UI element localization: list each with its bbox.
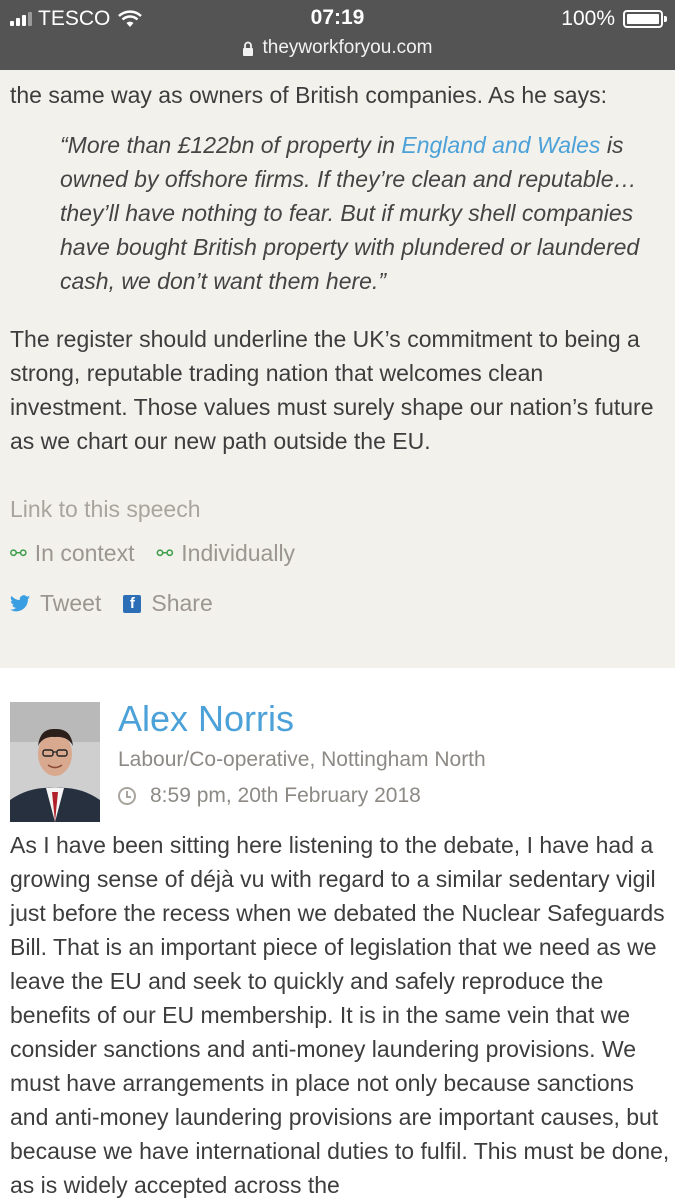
link-icon: ⚯ (10, 543, 27, 565)
url-text: theyworkforyou.com (262, 37, 433, 58)
share-label: Share (151, 590, 213, 616)
tweet-button[interactable]: Tweet (10, 590, 101, 617)
url-bar[interactable]: theyworkforyou.com (0, 37, 675, 59)
clock-icon (118, 787, 136, 805)
speech-body: As I have been sitting here listening to… (10, 832, 670, 1198)
speech-timestamp[interactable]: 8:59 pm, 20th February 2018 (118, 784, 421, 808)
speech-previous: the same way as owners of British compan… (0, 70, 675, 668)
twitter-icon (10, 595, 30, 612)
battery-area: 100% (561, 7, 667, 31)
mp-name-link[interactable]: Alex Norris (118, 698, 294, 740)
timestamp-text: 8:59 pm, 20th February 2018 (150, 784, 421, 807)
speech-alex-norris: Alex Norris Labour/Co-operative, Notting… (0, 668, 675, 1200)
portrait-image (10, 702, 100, 822)
lock-icon (243, 41, 254, 56)
battery-icon (623, 10, 667, 28)
link-icon: ⚯ (156, 543, 174, 565)
in-context-label: In context (34, 540, 135, 566)
share-button[interactable]: f Share (123, 590, 213, 617)
battery-percent: 100% (561, 7, 615, 30)
speech-intro: the same way as owners of British compan… (10, 82, 607, 108)
speech-paragraph: The register should underline the UK’s c… (10, 326, 654, 454)
context-links: ⚯ In context ⚯ Individually (10, 540, 317, 567)
england-wales-link[interactable]: England and Wales (401, 132, 600, 158)
mp-party-constituency: Labour/Co-operative, Nottingham North (118, 748, 486, 771)
in-context-link[interactable]: ⚯ In context (10, 540, 135, 567)
mp-avatar[interactable] (10, 702, 100, 822)
individually-label: Individually (181, 540, 296, 566)
link-to-speech-label[interactable]: Link to this speech (10, 496, 201, 523)
share-links: Tweet f Share (10, 590, 235, 617)
status-bar: TESCO 07:19 100% theyworkforyou.com (0, 0, 675, 70)
facebook-icon: f (123, 594, 142, 613)
quote-text-start: “More than £122bn of property in (60, 132, 402, 158)
individually-link[interactable]: ⚯ Individually (157, 540, 296, 567)
tweet-label: Tweet (40, 590, 102, 616)
quote-block: “More than £122bn of property in England… (60, 128, 660, 298)
